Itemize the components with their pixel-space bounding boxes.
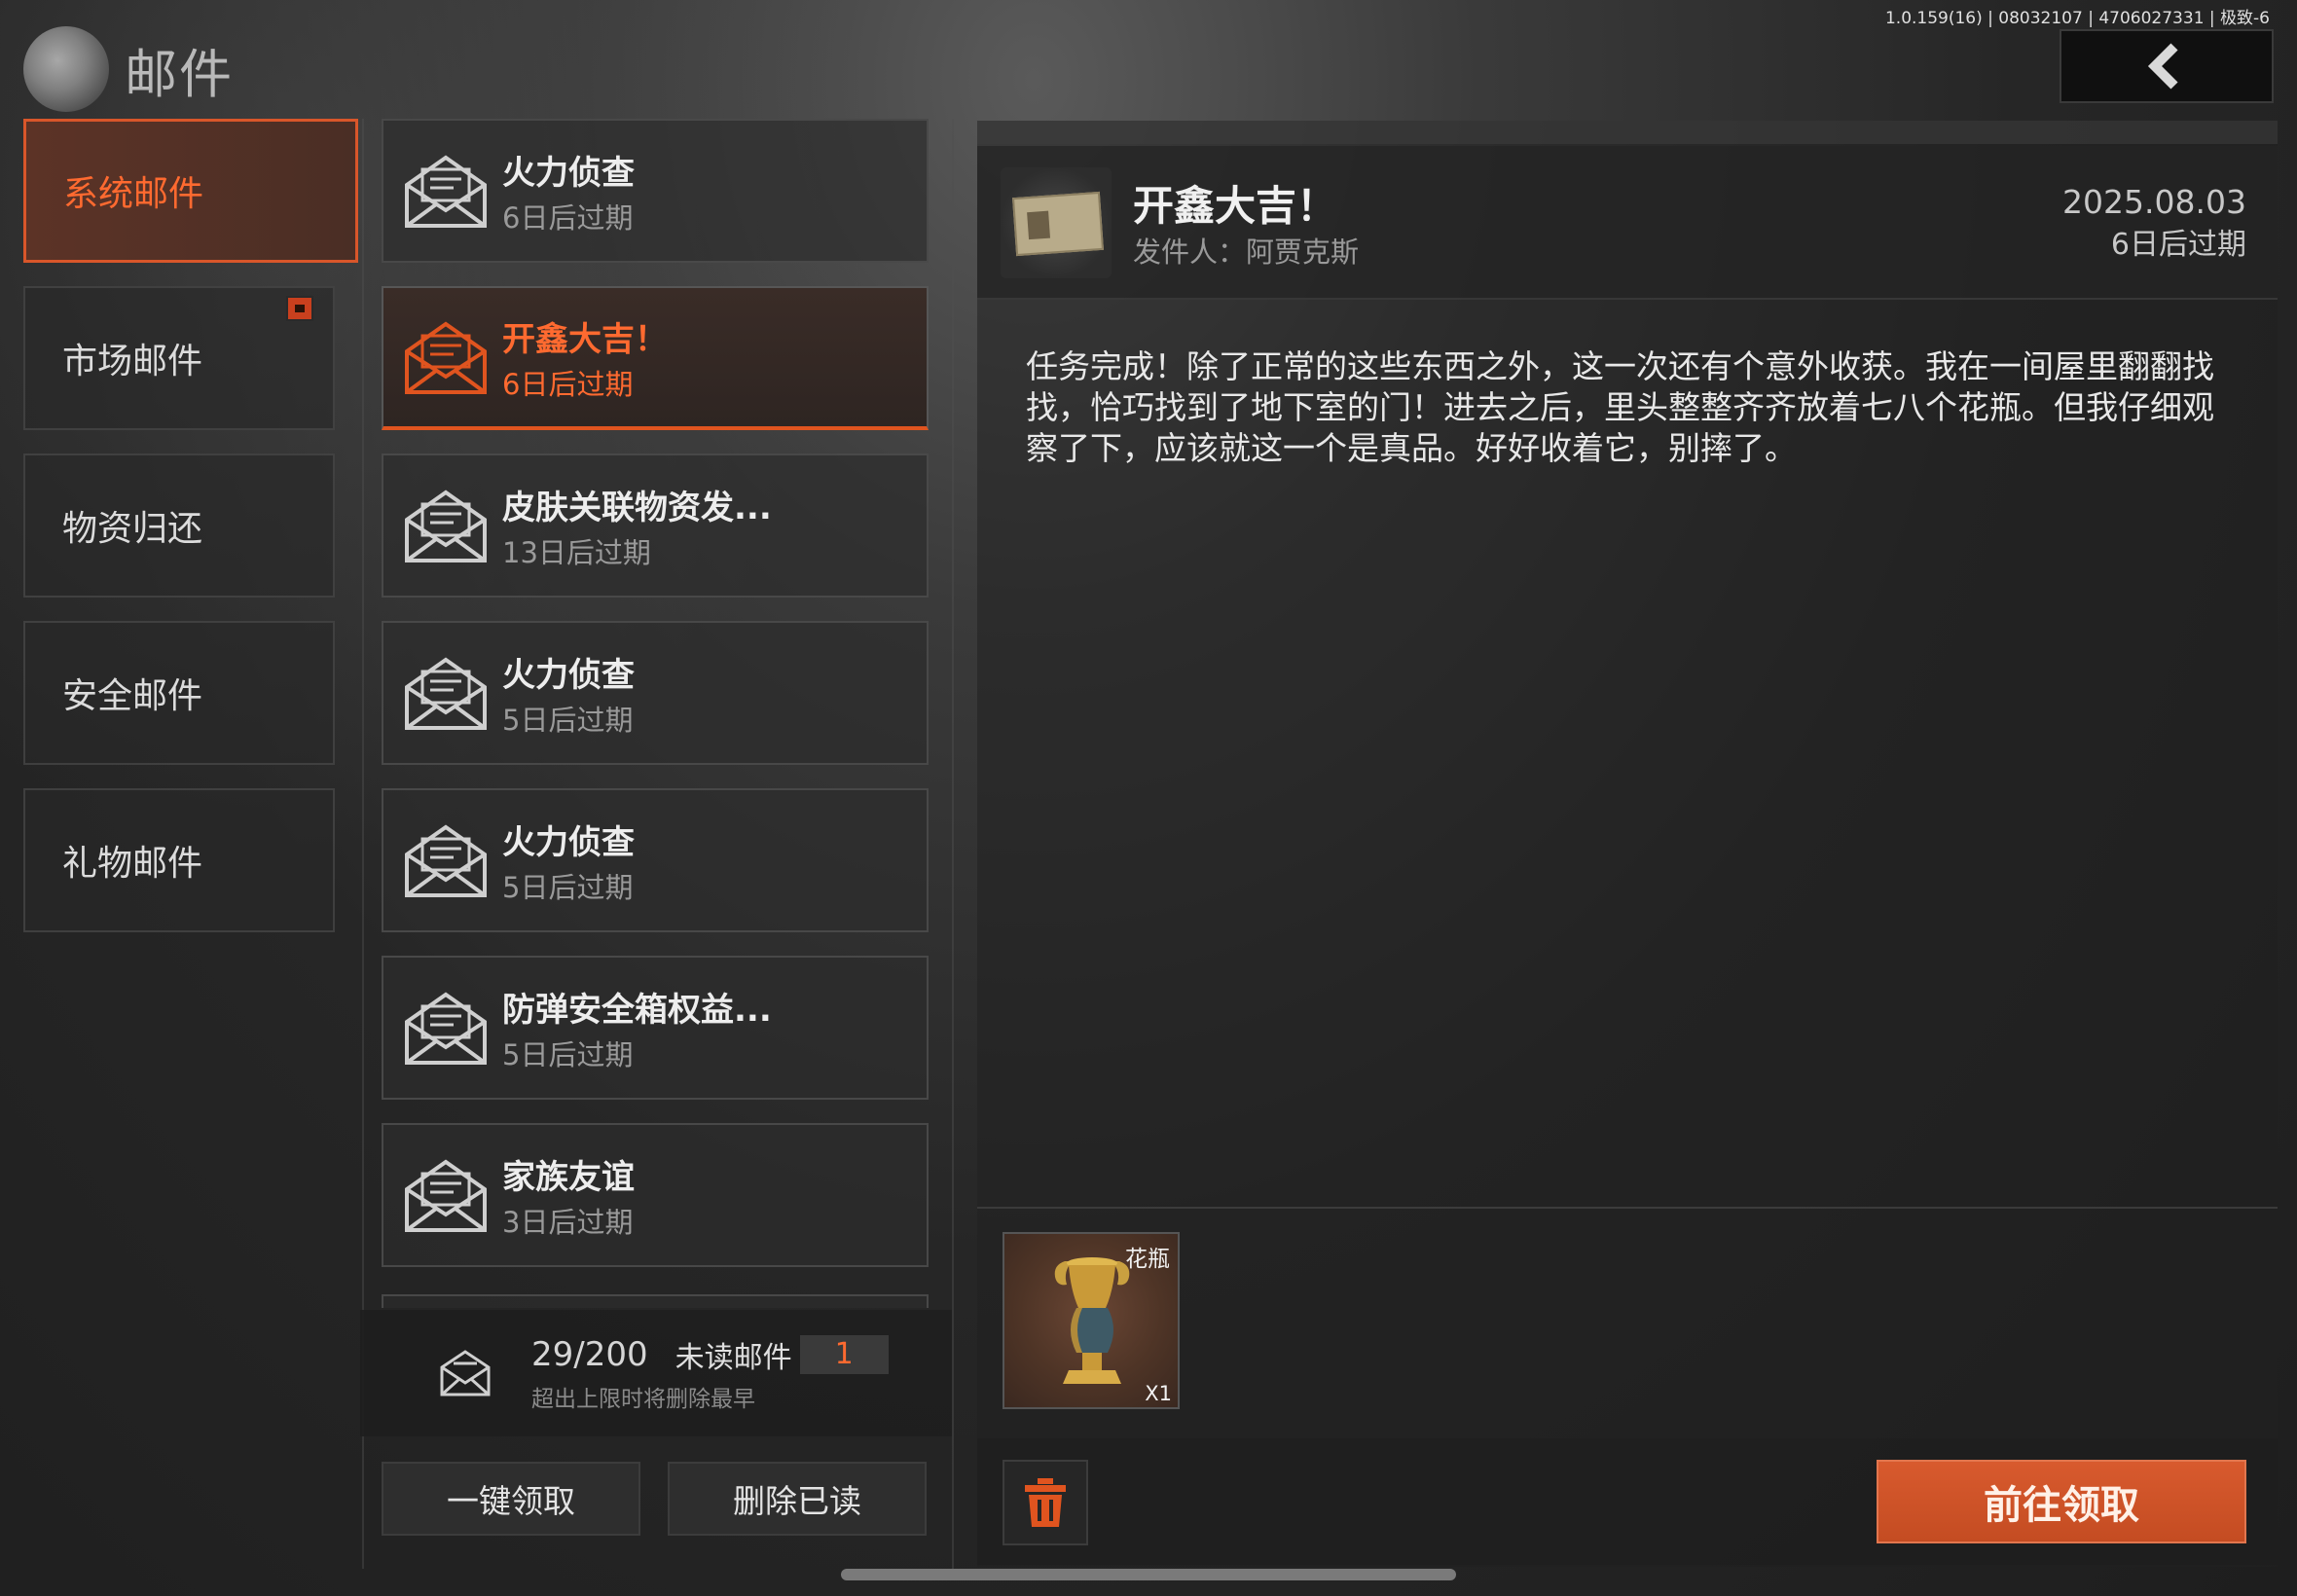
tab-gift-mail[interactable]: 礼物邮件 [23, 788, 335, 932]
attachment-name: 花瓶 [1125, 1247, 1170, 1272]
mail-title: 皮肤关联物资发... [502, 488, 772, 527]
mail-expiry: 5日后过期 [502, 1037, 634, 1071]
go-claim-button[interactable]: 前往领取 [1877, 1460, 2246, 1543]
mail-text: 火力侦查 5日后过期 [502, 816, 635, 906]
attachment-item[interactable]: 花瓶 X1 [1003, 1232, 1180, 1409]
open-envelope-icon [405, 1159, 487, 1232]
mail-text: 火力侦查 5日后过期 [502, 648, 635, 739]
delete-read-button[interactable]: 删除已读 [668, 1462, 927, 1536]
open-envelope-icon [405, 992, 487, 1065]
mail-text: 防弹安全箱权益... 5日后过期 [502, 983, 772, 1073]
chevron-left-icon [2147, 43, 2178, 90]
tab-label: 礼物邮件 [62, 844, 203, 884]
open-envelope-icon [405, 155, 487, 228]
mail-expiry: 3日后过期 [502, 1205, 634, 1239]
list-item-partial [382, 1294, 929, 1308]
version-info: 1.0.159(16) | 08032107 | 4706027331 | 极致… [1884, 9, 2270, 28]
open-envelope-icon [405, 824, 487, 897]
envelope-stack-icon [440, 1350, 491, 1396]
claim-all-button[interactable]: 一键领取 [382, 1462, 640, 1536]
tab-label: 市场邮件 [62, 342, 203, 381]
open-envelope-icon [405, 321, 487, 394]
mail-expiry: 5日后过期 [502, 703, 634, 737]
letter-icon [1012, 191, 1104, 257]
mail-title: 开鑫大吉！ [502, 319, 668, 359]
mail-list-item[interactable]: 防弹安全箱权益... 5日后过期 [382, 956, 929, 1100]
mail-expiry: 6日后过期 [502, 200, 634, 235]
tab-label: 物资归还 [62, 509, 203, 549]
mailbox-summary: 29/200 未读邮件 1 超出上限时将删除最早 [360, 1310, 952, 1436]
mail-expiry: 6日后过期 [502, 367, 634, 401]
detail-top-strip [977, 121, 2278, 144]
column-divider [952, 119, 954, 1569]
mail-expiry: 5日后过期 [502, 870, 634, 904]
page-header: 邮件 [23, 25, 234, 113]
mail-count: 29/200 [531, 1335, 648, 1374]
mail-subject: 开鑫大吉！ [1133, 182, 1338, 230]
mail-list-item[interactable]: 火力侦查 6日后过期 [382, 119, 929, 263]
mail-title: 火力侦查 [502, 655, 635, 695]
mail-text: 开鑫大吉！ 6日后过期 [502, 312, 668, 403]
mail-title: 防弹安全箱权益... [502, 990, 772, 1030]
vase-icon [1054, 1257, 1130, 1384]
mail-title: 火力侦查 [502, 822, 635, 862]
mail-title: 家族友谊 [502, 1157, 635, 1197]
mail-list-item[interactable]: 家族友谊 3日后过期 [382, 1123, 929, 1267]
attachment-divider [977, 1207, 2278, 1209]
mail-list-item[interactable]: 火力侦查 5日后过期 [382, 621, 929, 765]
mail-expiry: 6日后过期 [2110, 228, 2246, 262]
open-envelope-icon [405, 490, 487, 562]
tab-system-mail[interactable]: 系统邮件 [23, 119, 358, 263]
mail-list-item[interactable]: 火力侦查 5日后过期 [382, 788, 929, 932]
globe-icon [23, 26, 109, 112]
back-button[interactable] [2060, 29, 2274, 103]
tab-supply-return[interactable]: 物资归还 [23, 453, 335, 598]
gift-badge-icon [286, 296, 313, 321]
mail-text: 皮肤关联物资发... 13日后过期 [502, 481, 772, 571]
mail-list-item[interactable]: 开鑫大吉！ 6日后过期 [382, 286, 929, 430]
tab-security-mail[interactable]: 安全邮件 [23, 621, 335, 765]
trash-icon [1025, 1478, 1066, 1527]
tab-label: 安全邮件 [62, 676, 203, 716]
limit-note: 超出上限时将删除最早 [531, 1387, 755, 1412]
tab-market-mail[interactable]: 市场邮件 [23, 286, 335, 430]
mail-text: 火力侦查 6日后过期 [502, 146, 635, 236]
mail-expiry: 13日后过期 [502, 535, 651, 569]
page-title: 邮件 [125, 43, 234, 105]
unread-label: 未读邮件 [675, 1341, 792, 1375]
mail-list-item[interactable]: 皮肤关联物资发... 13日后过期 [382, 453, 929, 598]
home-indicator[interactable] [841, 1569, 1456, 1580]
delete-mail-button[interactable] [1003, 1460, 1088, 1545]
mail-title: 火力侦查 [502, 153, 635, 193]
open-envelope-icon [405, 657, 487, 730]
unread-count: 1 [799, 1335, 889, 1374]
mail-date: 2025.08.03 [2062, 183, 2246, 221]
tab-label: 系统邮件 [63, 174, 204, 214]
mail-body: 任务完成！除了正常的这些东西之外，这一次还有个意外收获。我在一间屋里翻翻找找，恰… [1026, 347, 2214, 467]
mail-sender: 发件人：阿贾克斯 [1133, 236, 1360, 269]
attachment-quantity: X1 [1145, 1382, 1172, 1405]
mail-text: 家族友谊 3日后过期 [502, 1150, 635, 1241]
